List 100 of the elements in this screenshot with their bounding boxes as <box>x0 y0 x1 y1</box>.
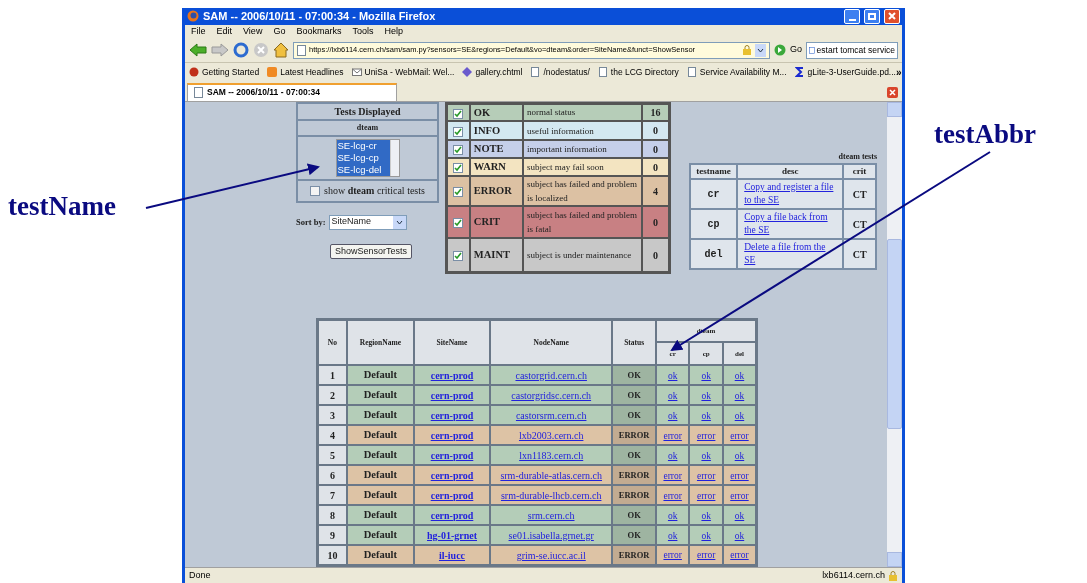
checkbox[interactable] <box>453 251 464 262</box>
home-icon[interactable] <box>273 42 289 58</box>
result-link[interactable]: ok <box>734 450 745 461</box>
annotation-label: testName <box>8 191 116 221</box>
bookmark-link[interactable]: Service Availability M... <box>686 65 787 79</box>
menu-item[interactable]: Help <box>384 24 403 39</box>
result-link[interactable]: ok <box>734 410 745 421</box>
page-icon <box>597 67 608 77</box>
menu-item[interactable]: View <box>243 24 263 39</box>
table-cell: CT <box>843 179 876 209</box>
bookmark-link[interactable]: gLite-3-UserGuide.pd... <box>794 65 896 79</box>
browser-tab[interactable]: SAM -- 2006/10/11 - 07:00:34 <box>187 82 397 101</box>
table-cell: 10 <box>317 545 347 566</box>
result-link[interactable]: ok <box>734 390 745 401</box>
table-cell: Default <box>346 405 414 426</box>
table-cell: OK <box>612 445 656 466</box>
result-link[interactable]: ok <box>701 450 711 461</box>
bookmark-link[interactable]: /nodestatus/ <box>530 65 590 79</box>
bookmark-link[interactable]: Getting Started <box>189 65 260 79</box>
sort-dropdown[interactable]: SiteName <box>328 214 407 230</box>
lock-icon <box>888 570 898 581</box>
show-tests-button[interactable]: ShowSensorTests <box>330 243 413 259</box>
close-button[interactable] <box>884 8 900 24</box>
menu-item[interactable]: Bookmarks <box>296 24 342 39</box>
result-link[interactable]: ok <box>734 370 745 381</box>
table-cell: OK <box>612 525 656 546</box>
checkbox[interactable] <box>453 163 464 174</box>
column-header: desc <box>737 163 844 179</box>
close-tab-icon[interactable] <box>887 86 898 98</box>
forward-arrow-icon[interactable] <box>211 43 229 57</box>
table-cell: Default <box>346 525 414 546</box>
checkbox[interactable] <box>453 218 464 229</box>
result-link[interactable]: ok <box>667 410 678 421</box>
table-cell: Default <box>346 545 414 566</box>
result-link[interactable]: ok <box>701 370 711 381</box>
menu-item[interactable]: Go <box>273 24 286 39</box>
bookmark-link[interactable]: UniSa - WebMail: Wel... <box>351 65 455 79</box>
table-cell: cp <box>690 209 738 239</box>
test-listbox[interactable]: SE-lcg-cr SE-lcg-cp SE-lcg-del <box>335 138 400 177</box>
table-cell: CT <box>843 239 876 269</box>
table-cell: CT <box>843 209 876 239</box>
result-link[interactable]: ok <box>667 370 678 381</box>
sort-label: Sort by: <box>296 215 326 229</box>
menu-item[interactable]: File <box>191 24 206 39</box>
firefox-icon <box>187 10 199 23</box>
result-link[interactable]: ok <box>701 390 711 401</box>
checkbox[interactable] <box>310 185 321 196</box>
table-cell: Default <box>346 445 414 466</box>
table-cell: 4 <box>317 425 347 446</box>
checkbox-label: show dteam critical tests <box>324 184 425 198</box>
result-link[interactable]: ok <box>701 530 711 541</box>
bookmark-link[interactable]: gallery.chtml <box>462 65 523 79</box>
bookmark-link[interactable]: the LCG Directory <box>597 65 679 79</box>
table-cell: 5 <box>317 445 347 466</box>
result-link[interactable]: ok <box>667 450 678 461</box>
result-link[interactable]: ok <box>667 530 678 541</box>
dropdown-button[interactable] <box>755 43 766 57</box>
table-cell: ERROR <box>612 545 656 566</box>
checkbox[interactable] <box>453 126 464 137</box>
table-cell: Default <box>346 385 414 406</box>
table-cell: 8 <box>317 505 347 526</box>
caret-icon <box>757 47 764 53</box>
result-link[interactable]: ok <box>701 510 711 521</box>
search-field[interactable]: estart tomcat service <box>806 41 898 59</box>
annotation-label: testAbbr <box>934 119 1036 149</box>
page-icon <box>297 44 306 56</box>
checkbox[interactable] <box>453 145 464 156</box>
result-link[interactable]: ok <box>667 510 678 521</box>
table-cell: 2 <box>317 385 347 406</box>
go-icon[interactable] <box>774 44 786 56</box>
back-arrow-icon[interactable] <box>189 43 207 57</box>
table-cell: 7 <box>317 485 347 506</box>
scrollbar[interactable] <box>389 139 399 176</box>
table-cell: Default <box>346 365 414 386</box>
minimize-button[interactable] <box>844 8 860 24</box>
maximize-button[interactable] <box>864 8 880 24</box>
caret-icon <box>395 219 403 225</box>
go-button[interactable]: Go <box>790 43 802 57</box>
bookmark-link[interactable]: Latest Headlines <box>267 65 344 79</box>
table-cell: OK <box>612 385 656 406</box>
table-cell: del <box>690 239 738 269</box>
status-text: Done <box>189 569 212 582</box>
menu-item[interactable]: Edit <box>216 24 233 39</box>
menu-item[interactable]: Tools <box>352 24 374 39</box>
page-icon <box>686 67 697 77</box>
result-link[interactable]: ok <box>667 390 678 401</box>
lock-icon <box>742 45 752 55</box>
table-cell: OK <box>612 505 656 526</box>
envelope-icon <box>351 67 362 77</box>
checkbox[interactable] <box>453 108 464 119</box>
checkbox[interactable] <box>453 187 464 198</box>
result-link[interactable]: ok <box>701 410 711 421</box>
result-link[interactable]: ok <box>734 530 745 541</box>
table-cell: ERROR <box>612 465 656 486</box>
table-cell: OK <box>612 405 656 426</box>
table-cell: Default <box>346 485 414 506</box>
scrollbar[interactable] <box>887 101 902 567</box>
result-link[interactable]: ok <box>734 510 745 521</box>
list-option[interactable]: SE-lcg-cr <box>336 139 390 152</box>
window-title: SAM -- 2006/10/11 - 07:00:34 - Mozilla Firefox <box>203 9 437 24</box>
